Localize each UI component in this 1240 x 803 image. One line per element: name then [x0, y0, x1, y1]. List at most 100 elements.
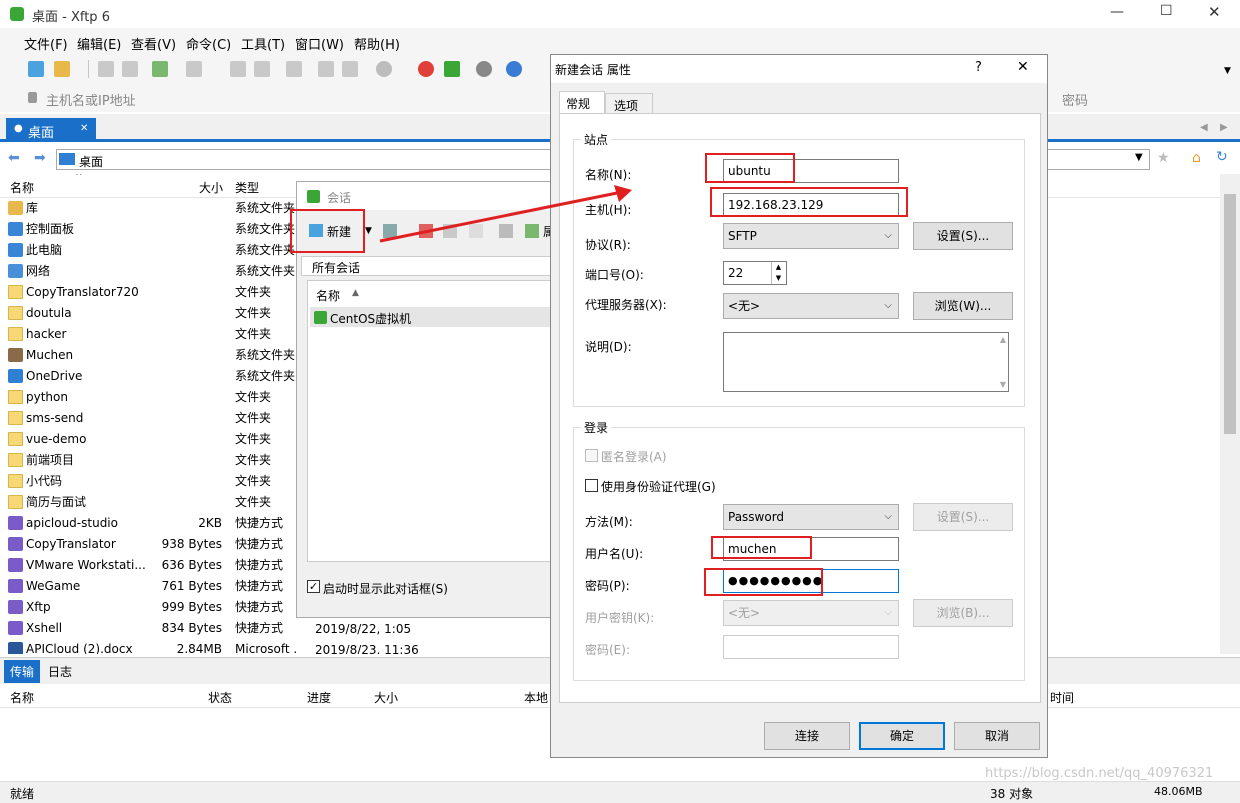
tab-scroll-left-icon[interactable]: ◀	[1200, 122, 1208, 133]
desc-textarea[interactable]: ▲ ▼	[723, 332, 1009, 392]
port-stepper-icon[interactable]: ▲ ▼	[771, 262, 785, 284]
userkey-select[interactable]: <无> ⌵	[723, 600, 899, 626]
file-row[interactable]: 此电脑 系统文件夹	[0, 240, 300, 261]
file-row[interactable]: hacker 文件夹	[0, 324, 300, 345]
protocol-settings-button[interactable]: 设置(S)...	[913, 222, 1013, 250]
view-icon[interactable]	[186, 61, 202, 77]
transfer-col-time[interactable]: 时间	[1050, 689, 1074, 706]
tab-desktop[interactable]: ● 桌面 ✕	[6, 118, 96, 142]
file-row[interactable]: CopyTranslator720 文件夹	[0, 282, 300, 303]
file-row[interactable]: python 文件夹	[0, 387, 300, 408]
back-icon[interactable]: ⬅	[8, 150, 20, 166]
transfer-col-progress[interactable]: 进度	[307, 689, 331, 706]
close-button[interactable]: ✕	[1208, 3, 1221, 21]
agent-checkbox[interactable]	[585, 479, 598, 492]
forward-icon[interactable]: ➡	[34, 150, 46, 166]
proxy-select[interactable]: <无> ⌵	[723, 293, 899, 319]
file-row[interactable]: doutula 文件夹	[0, 303, 300, 324]
menu-file[interactable]: 文件(F)	[24, 34, 68, 53]
desc-scroll-down-icon[interactable]: ▼	[1000, 380, 1006, 389]
minimize-button[interactable]: —	[1110, 4, 1124, 20]
menu-view[interactable]: 查看(V)	[131, 34, 176, 53]
method-select[interactable]: Password ⌵	[723, 504, 899, 530]
connect-button[interactable]: 连接	[764, 722, 850, 750]
passphrase-input[interactable]	[723, 635, 899, 659]
column-size[interactable]: 大小	[199, 179, 223, 196]
xshell-icon[interactable]	[418, 61, 434, 77]
menu-tools[interactable]: 工具(T)	[241, 34, 285, 53]
transfer-col-name[interactable]: 名称	[10, 689, 34, 706]
maximize-button[interactable]: ☐	[1160, 3, 1173, 19]
method-settings-button[interactable]: 设置(S)...	[913, 503, 1013, 531]
open-folder-icon[interactable]	[54, 61, 70, 77]
password-input[interactable]: 密码	[1062, 90, 1088, 109]
file-row[interactable]: WeGame 761 Bytes 快捷方式	[0, 576, 300, 597]
path-dropdown-icon[interactable]: ▼	[1135, 152, 1143, 163]
help-icon[interactable]	[506, 61, 522, 77]
vertical-scrollbar[interactable]	[1220, 174, 1240, 654]
tab-log[interactable]: 日志	[48, 663, 72, 680]
file-row[interactable]: 网络 系统文件夹	[0, 261, 300, 282]
host-address-input[interactable]: 主机名或IP地址	[46, 90, 136, 109]
copy-icon[interactable]	[230, 61, 246, 77]
menu-edit[interactable]: 编辑(E)	[77, 34, 121, 53]
transfer-icon[interactable]	[286, 61, 302, 77]
gear-icon[interactable]	[476, 61, 492, 77]
column-type[interactable]: 类型	[235, 179, 259, 196]
props-close-button[interactable]: ✕	[1017, 59, 1029, 75]
startup-checkbox[interactable]: ✓	[307, 580, 320, 593]
paste-icon[interactable]	[254, 61, 270, 77]
transfer-col-local[interactable]: 本地	[524, 689, 548, 706]
file-row[interactable]: 简历与面试 文件夹	[0, 492, 300, 513]
cancel-button[interactable]: 取消	[954, 722, 1040, 750]
file-row[interactable]: Muchen 系统文件夹	[0, 345, 300, 366]
tab-scroll-right-icon[interactable]: ▶	[1220, 122, 1228, 133]
session-manager-icon[interactable]	[152, 61, 168, 77]
tab-options[interactable]: 选项	[605, 93, 653, 113]
file-row[interactable]: Xshell 834 Bytes 快捷方式	[0, 618, 300, 639]
toolbar-overflow-icon[interactable]: ▼	[1224, 66, 1231, 76]
protocol-select[interactable]: SFTP ⌵	[723, 223, 899, 249]
file-row[interactable]: 控制面板 系统文件夹	[0, 219, 300, 240]
transfer-col-status[interactable]: 状态	[208, 689, 232, 706]
menu-help[interactable]: 帮助(H)	[354, 34, 400, 53]
file-row[interactable]: APICloud (2).docx 2.84MB Microsoft ...	[0, 639, 300, 654]
props-help-button[interactable]: ?	[975, 60, 982, 75]
new-session-icon[interactable]	[28, 61, 44, 77]
column-name[interactable]: 名称	[10, 179, 34, 196]
userkey-browse-button[interactable]: 浏览(B)...	[913, 599, 1013, 627]
scrollbar-thumb[interactable]	[1224, 194, 1236, 434]
anon-checkbox[interactable]	[585, 449, 598, 462]
reload-icon[interactable]: ↻	[1216, 149, 1228, 165]
transfer-col-size[interactable]: 大小	[374, 689, 398, 706]
properties-icon[interactable]	[342, 61, 358, 77]
session-item[interactable]: CentOS虚拟机	[310, 307, 554, 327]
connect-icon[interactable]	[98, 61, 114, 77]
session-col-name[interactable]: 名称	[316, 287, 340, 304]
proxy-browse-button[interactable]: 浏览(W)...	[913, 292, 1013, 320]
xftp-icon[interactable]	[444, 61, 460, 77]
file-row[interactable]: CopyTranslator 938 Bytes 快捷方式	[0, 534, 300, 555]
menu-command[interactable]: 命令(C)	[186, 34, 231, 53]
disconnect-icon[interactable]	[122, 61, 138, 77]
port-input[interactable]: 22 ▲ ▼	[723, 261, 787, 285]
file-row[interactable]: 小代码 文件夹	[0, 471, 300, 492]
tab-close-icon[interactable]: ✕	[80, 123, 88, 134]
file-row[interactable]: 库 系统文件夹	[0, 198, 300, 219]
file-row[interactable]: vue-demo 文件夹	[0, 429, 300, 450]
ok-button[interactable]: 确定	[859, 722, 945, 750]
tab-general[interactable]: 常规	[559, 91, 605, 113]
file-row[interactable]: sms-send 文件夹	[0, 408, 300, 429]
file-row[interactable]: OneDrive 系统文件夹	[0, 366, 300, 387]
desc-scroll-up-icon[interactable]: ▲	[1000, 335, 1006, 344]
file-row[interactable]: Xftp 999 Bytes 快捷方式	[0, 597, 300, 618]
tab-transfer[interactable]: 传输	[4, 660, 41, 683]
file-row[interactable]: VMware Workstati... 636 Bytes 快捷方式	[0, 555, 300, 576]
file-row[interactable]: apicloud-studio 2KB 快捷方式	[0, 513, 300, 534]
file-row[interactable]: 前端项目 文件夹	[0, 450, 300, 471]
home-icon[interactable]: ⌂	[1192, 150, 1201, 166]
refresh-icon[interactable]	[318, 61, 334, 77]
favorite-icon[interactable]: ★	[1157, 150, 1170, 166]
globe-icon[interactable]	[376, 61, 392, 77]
menu-window[interactable]: 窗口(W)	[295, 34, 344, 53]
